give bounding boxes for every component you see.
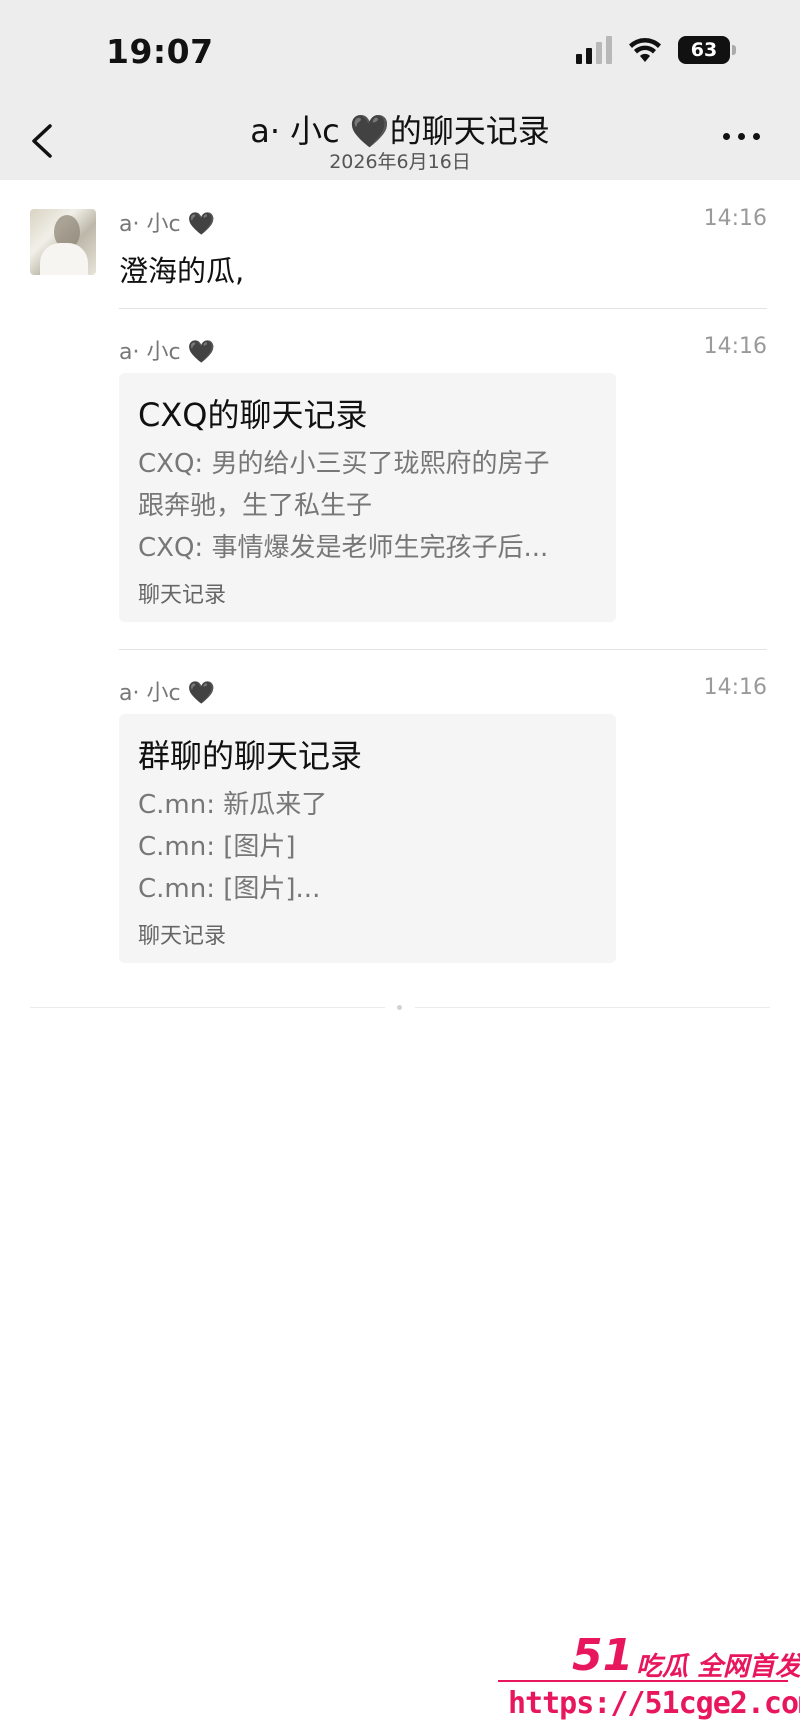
card-preview-line: C.mn: 新瓜来了 — [138, 790, 328, 820]
message-time: 14:16 — [703, 206, 767, 231]
card-footer: 聊天记录 — [138, 924, 227, 949]
avatar[interactable] — [30, 209, 96, 275]
sender-name: a· 小c 🖤 — [119, 340, 215, 365]
watermark-underline — [498, 1680, 788, 1682]
page-date: 2026年6月16日 — [329, 151, 471, 173]
end-divider — [415, 1007, 770, 1008]
more-dot-icon — [737, 132, 745, 140]
end-divider — [30, 1007, 385, 1008]
watermark-logo-text: 吃瓜 全网首发 — [636, 1652, 800, 1682]
card-preview-line: C.mn: [图片] — [138, 832, 296, 862]
card-title: 群聊的聊天记录 — [138, 737, 363, 775]
status-icons: 63 — [576, 36, 736, 64]
card-preview-line: C.mn: [图片]... — [138, 874, 321, 904]
card-footer: 聊天记录 — [138, 583, 227, 608]
card-preview-line: CXQ: 事情爆发是老师生完孩子后... — [138, 533, 549, 563]
more-options-button[interactable] — [716, 126, 766, 146]
status-time: 19:07 — [106, 32, 214, 71]
more-dot-icon — [722, 132, 730, 140]
cellular-signal-icon — [576, 36, 612, 64]
more-dot-icon — [752, 132, 760, 140]
chat-record-card[interactable]: CXQ的聊天记录 CXQ: 男的给小三买了珑熙府的房子 跟奔驰，生了私生子 CX… — [119, 373, 616, 622]
battery-icon: 63 — [678, 36, 736, 64]
message-time: 14:16 — [703, 334, 767, 359]
message-divider — [119, 308, 767, 309]
end-dot — [397, 1005, 402, 1010]
card-preview-line: 跟奔驰，生了私生子 — [138, 491, 373, 521]
message-divider — [119, 649, 767, 650]
watermark-url: https://51cge2.com — [508, 1686, 800, 1721]
card-title: CXQ的聊天记录 — [138, 396, 368, 434]
message-text: 澄海的瓜, — [119, 254, 245, 288]
wifi-icon — [628, 37, 662, 63]
chat-record-card[interactable]: 群聊的聊天记录 C.mn: 新瓜来了 C.mn: [图片] C.mn: [图片]… — [119, 714, 616, 963]
page-title: a· 小c 🖤的聊天记录 — [250, 112, 550, 150]
watermark-logo-number: 51 — [572, 1630, 634, 1681]
sender-name: a· 小c 🖤 — [119, 681, 215, 706]
top-bar: 19:07 63 a· 小c 🖤的聊天记录 2026年6月16日 — [0, 0, 800, 180]
message-time: 14:16 — [703, 675, 767, 700]
card-preview-line: CXQ: 男的给小三买了珑熙府的房子 — [138, 449, 550, 479]
sender-name: a· 小c 🖤 — [119, 212, 215, 237]
watermark-logo: 51 吃瓜 全网首发 — [498, 1630, 800, 1686]
